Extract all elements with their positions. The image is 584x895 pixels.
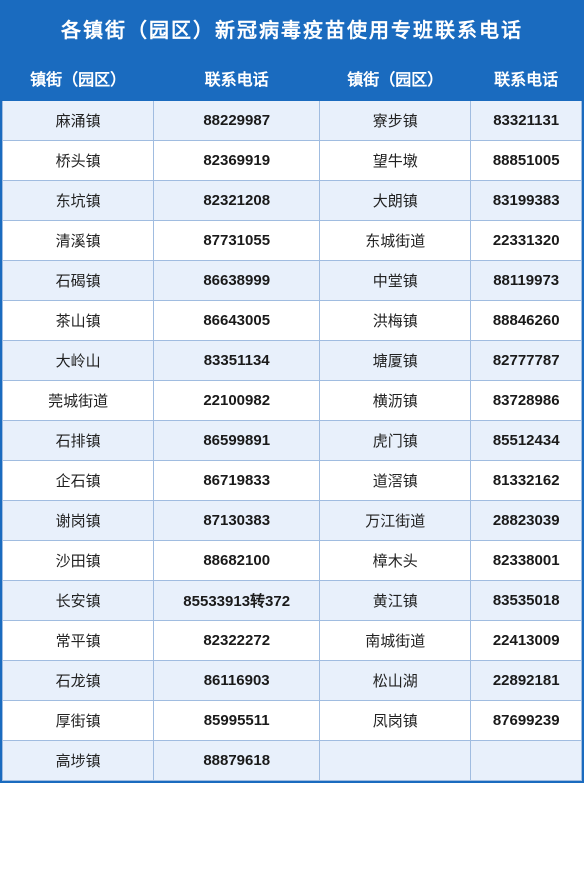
table-row: 长安镇85533913转372黄江镇83535018 [3,581,582,621]
left-district-name: 清溪镇 [3,221,154,261]
table-row: 石龙镇86116903松山湖22892181 [3,661,582,701]
right-district-phone: 81332162 [471,461,582,501]
left-district-phone: 86719833 [154,461,320,501]
left-district-phone: 87731055 [154,221,320,261]
right-district-name: 东城街道 [320,221,471,261]
right-district-phone: 88846260 [471,301,582,341]
table-row: 桥头镇82369919望牛墩88851005 [3,141,582,181]
left-district-phone: 22100982 [154,381,320,421]
left-district-phone: 82322272 [154,621,320,661]
left-district-name: 麻涌镇 [3,101,154,141]
table-body: 麻涌镇88229987寮步镇83321131桥头镇82369919望牛墩8885… [3,101,582,781]
left-district-phone: 88682100 [154,541,320,581]
table-header-row: 镇街（园区） 联系电话 镇街（园区） 联系电话 [3,56,582,101]
right-district-name: 松山湖 [320,661,471,701]
left-district-name: 常平镇 [3,621,154,661]
left-district-name: 长安镇 [3,581,154,621]
right-district-phone: 82338001 [471,541,582,581]
right-district-name: 道滘镇 [320,461,471,501]
right-district-phone: 22413009 [471,621,582,661]
left-district-phone: 87130383 [154,501,320,541]
left-district-phone: 86599891 [154,421,320,461]
left-district-name: 石碣镇 [3,261,154,301]
right-district-name: 万江街道 [320,501,471,541]
left-district-phone: 85995511 [154,701,320,741]
left-district-name: 茶山镇 [3,301,154,341]
right-district-name: 寮步镇 [320,101,471,141]
left-district-name: 莞城街道 [3,381,154,421]
right-district-phone: 22331320 [471,221,582,261]
table-row: 清溪镇87731055东城街道22331320 [3,221,582,261]
right-district-phone: 28823039 [471,501,582,541]
left-district-phone: 82321208 [154,181,320,221]
right-district-name: 中堂镇 [320,261,471,301]
right-district-phone: 88119973 [471,261,582,301]
right-district-name: 虎门镇 [320,421,471,461]
right-district-phone: 83321131 [471,101,582,141]
table-row: 石排镇86599891虎门镇85512434 [3,421,582,461]
table-row: 麻涌镇88229987寮步镇83321131 [3,101,582,141]
right-district-phone: 85512434 [471,421,582,461]
table-row: 常平镇82322272南城街道22413009 [3,621,582,661]
col-header-left-name: 镇街（园区） [3,56,154,101]
right-district-phone: 83199383 [471,181,582,221]
right-district-name: 横沥镇 [320,381,471,421]
left-district-name: 石龙镇 [3,661,154,701]
left-district-phone: 86638999 [154,261,320,301]
left-district-name: 沙田镇 [3,541,154,581]
left-district-name: 桥头镇 [3,141,154,181]
right-district-name: 大朗镇 [320,181,471,221]
contact-table: 镇街（园区） 联系电话 镇街（园区） 联系电话 麻涌镇88229987寮步镇83… [2,55,582,781]
left-district-name: 东坑镇 [3,181,154,221]
right-district-phone: 82777787 [471,341,582,381]
main-container: 各镇街（园区）新冠病毒疫苗使用专班联系电话 镇街（园区） 联系电话 镇街（园区）… [0,0,584,783]
right-district-name: 塘厦镇 [320,341,471,381]
table-row: 东坑镇82321208大朗镇83199383 [3,181,582,221]
left-district-phone: 85533913转372 [154,581,320,621]
left-district-name: 谢岗镇 [3,501,154,541]
right-district-name: 黄江镇 [320,581,471,621]
right-district-name: 洪梅镇 [320,301,471,341]
table-row: 高埗镇88879618 [3,741,582,781]
left-district-phone: 86116903 [154,661,320,701]
right-district-phone [471,741,582,781]
left-district-phone: 88879618 [154,741,320,781]
table-row: 沙田镇88682100樟木头82338001 [3,541,582,581]
col-header-right-name: 镇街（园区） [320,56,471,101]
table-row: 大岭山83351134塘厦镇82777787 [3,341,582,381]
right-district-name: 望牛墩 [320,141,471,181]
right-district-name: 凤岗镇 [320,701,471,741]
right-district-phone: 88851005 [471,141,582,181]
table-row: 企石镇86719833道滘镇81332162 [3,461,582,501]
left-district-name: 厚街镇 [3,701,154,741]
right-district-phone: 87699239 [471,701,582,741]
right-district-phone: 83535018 [471,581,582,621]
left-district-name: 企石镇 [3,461,154,501]
left-district-phone: 86643005 [154,301,320,341]
table-row: 莞城街道22100982横沥镇83728986 [3,381,582,421]
left-district-phone: 83351134 [154,341,320,381]
col-header-right-phone: 联系电话 [471,56,582,101]
left-district-phone: 82369919 [154,141,320,181]
table-row: 厚街镇85995511凤岗镇87699239 [3,701,582,741]
right-district-name: 南城街道 [320,621,471,661]
page-title: 各镇街（园区）新冠病毒疫苗使用专班联系电话 [2,2,582,55]
table-row: 茶山镇86643005洪梅镇88846260 [3,301,582,341]
left-district-name: 高埗镇 [3,741,154,781]
right-district-name: 樟木头 [320,541,471,581]
right-district-phone: 83728986 [471,381,582,421]
table-row: 石碣镇86638999中堂镇88119973 [3,261,582,301]
right-district-phone: 22892181 [471,661,582,701]
table-row: 谢岗镇87130383万江街道28823039 [3,501,582,541]
col-header-left-phone: 联系电话 [154,56,320,101]
left-district-name: 石排镇 [3,421,154,461]
left-district-name: 大岭山 [3,341,154,381]
right-district-name [320,741,471,781]
left-district-phone: 88229987 [154,101,320,141]
